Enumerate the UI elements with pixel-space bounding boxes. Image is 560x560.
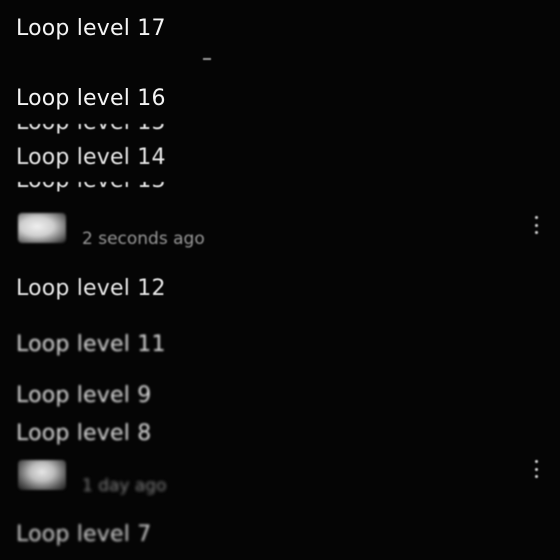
more-vert-icon[interactable]: [533, 216, 539, 234]
list-item-loop-7[interactable]: Loop level 7: [16, 522, 151, 547]
list-item-loop-14[interactable]: Loop level 14: [16, 145, 166, 170]
list-item-loop-9[interactable]: Loop level 9: [16, 383, 151, 408]
list-item-loop-8[interactable]: Loop level 8: [16, 421, 151, 446]
avatar[interactable]: [18, 460, 66, 490]
more-vert-icon[interactable]: [533, 460, 539, 478]
list-item-loop-15[interactable]: Loop level 15: [16, 124, 166, 136]
screen: Loop level 17 Loop level 16 Loop level 1…: [0, 0, 560, 560]
list-item-loop-17[interactable]: Loop level 17: [16, 16, 166, 41]
divider: [203, 58, 211, 60]
list-item-loop-16[interactable]: Loop level 16: [16, 86, 166, 111]
timestamp: 2 seconds ago: [82, 229, 205, 249]
list-item-label: Loop level 13: [16, 182, 166, 193]
avatar[interactable]: [18, 213, 66, 243]
list-item-loop-12[interactable]: Loop level 12: [16, 276, 166, 301]
list-item-loop-13[interactable]: Loop level 13: [16, 182, 166, 194]
list-item-loop-11[interactable]: Loop level 11: [16, 332, 166, 357]
list-item-label: Loop level 15: [16, 124, 166, 135]
timestamp: 1 day ago: [82, 476, 167, 496]
